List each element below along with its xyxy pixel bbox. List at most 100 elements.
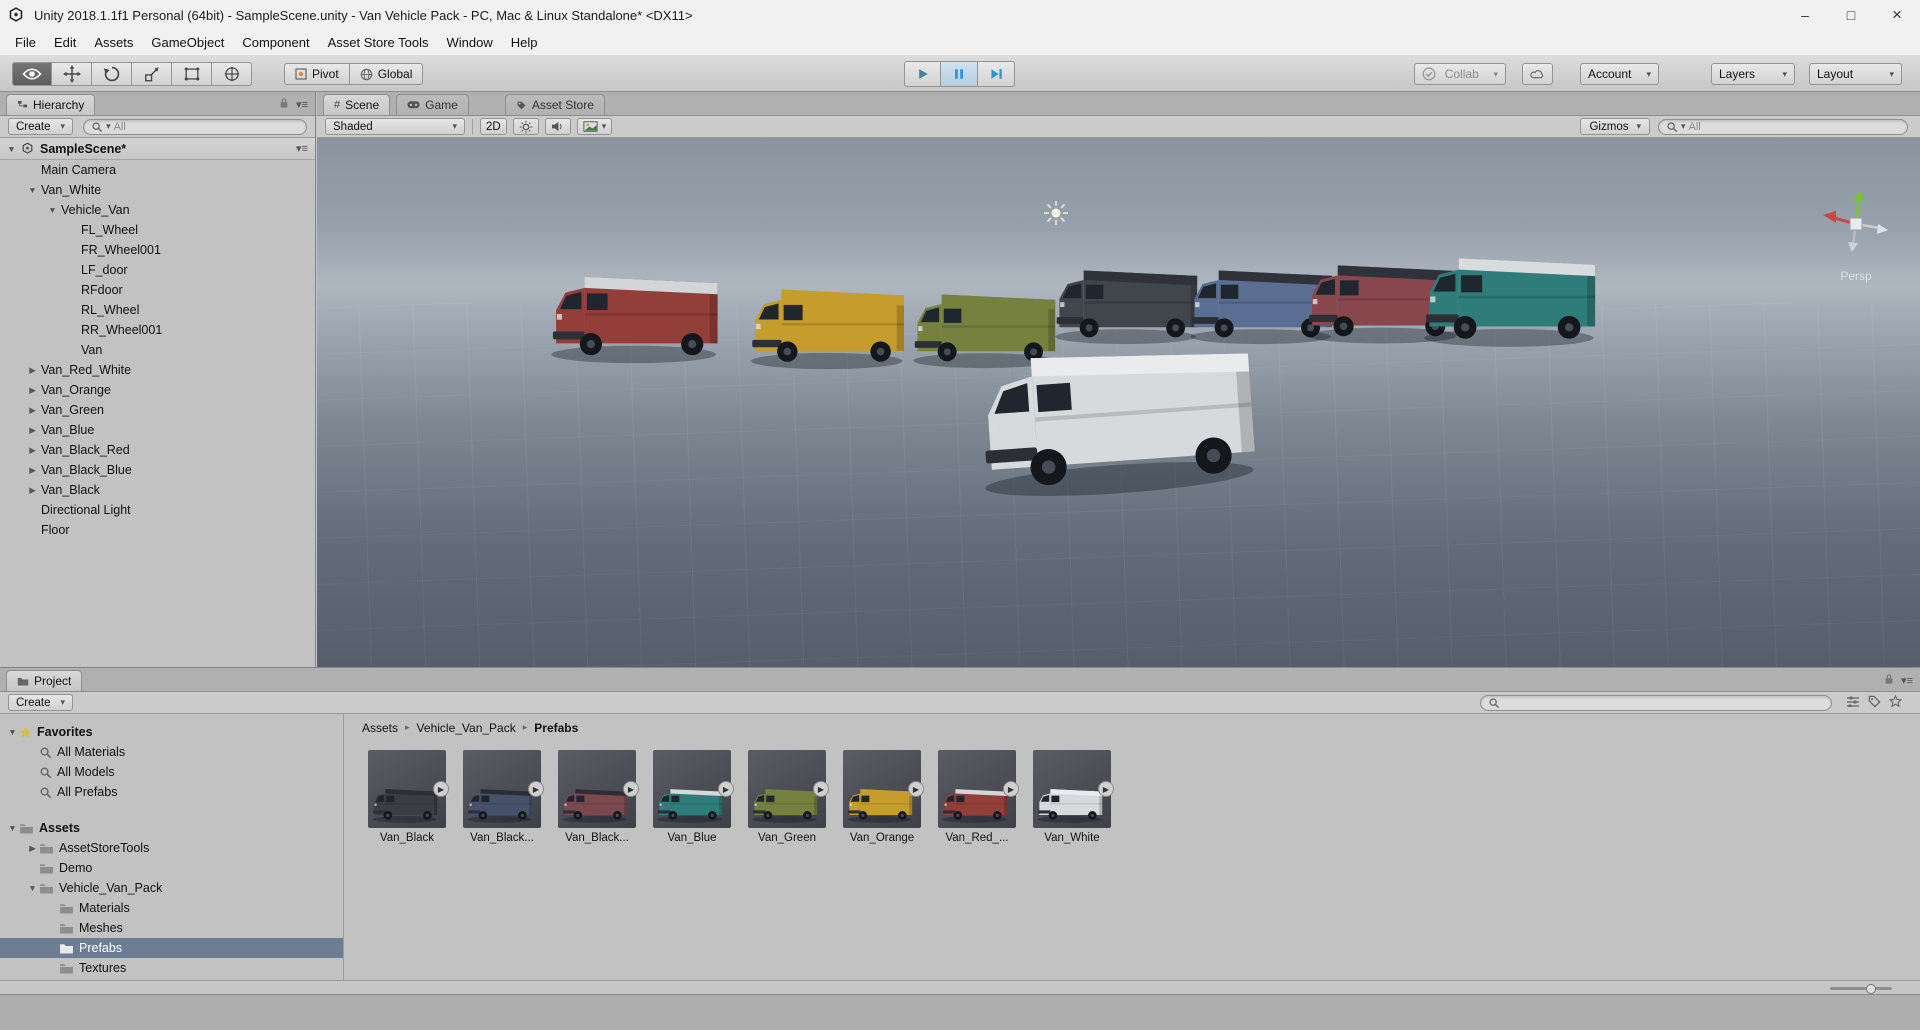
persp-label[interactable]: Persp: [1818, 269, 1894, 283]
project-item-assetstoretools[interactable]: ▶ AssetStoreTools: [0, 838, 343, 858]
foldout-collapsed-icon[interactable]: ▶: [26, 425, 39, 436]
prefab-expand-arrow-icon[interactable]: ▶: [813, 781, 829, 797]
menu-item-window[interactable]: Window: [438, 30, 502, 55]
draw-mode-dropdown[interactable]: Shaded ▾: [325, 118, 465, 135]
search-by-type-icon[interactable]: [1846, 695, 1860, 710]
prefab-thumbnail[interactable]: ▶: [843, 750, 924, 828]
prefab-thumbnail[interactable]: ▶: [653, 750, 734, 828]
layers-dropdown[interactable]: Layers ▾: [1711, 63, 1795, 85]
hierarchy-item-van-black[interactable]: ▶ Van_Black: [0, 480, 315, 500]
tab-game[interactable]: Game: [396, 94, 469, 115]
thumbnail-size-slider[interactable]: [1830, 983, 1892, 994]
foldout-expanded-icon[interactable]: ▼: [6, 823, 19, 833]
panel-menu-icon[interactable]: ▾≡: [296, 98, 308, 111]
foldout-expanded-icon[interactable]: ▼: [26, 185, 39, 195]
prefab-van-black[interactable]: ▶ Van_Black...: [558, 750, 639, 844]
pause-button[interactable]: [941, 61, 978, 87]
foldout-collapsed-icon[interactable]: ▶: [26, 485, 39, 496]
favorite-search-icon[interactable]: [1888, 694, 1903, 711]
hierarchy-item-van-red-white[interactable]: ▶ Van_Red_White: [0, 360, 315, 380]
hierarchy-item-rr-wheel001[interactable]: RR_Wheel001: [0, 320, 315, 340]
tab-project[interactable]: Project: [6, 670, 83, 691]
prefab-thumbnail[interactable]: ▶: [463, 750, 544, 828]
gizmos-dropdown[interactable]: Gizmos ▾: [1580, 118, 1650, 135]
prefab-van-orange[interactable]: ▶ Van_Orange: [843, 750, 924, 844]
prefab-thumbnail[interactable]: ▶: [368, 750, 449, 828]
scene-viewport[interactable]: Persp: [317, 138, 1920, 667]
foldout-expanded-icon[interactable]: ▼: [6, 727, 19, 737]
foldout-collapsed-icon[interactable]: ▶: [26, 385, 39, 396]
project-create-button[interactable]: Create ▾: [8, 694, 74, 711]
prefab-thumbnail[interactable]: ▶: [1033, 750, 1114, 828]
hierarchy-item-van-orange[interactable]: ▶ Van_Orange: [0, 380, 315, 400]
menu-item-edit[interactable]: Edit: [45, 30, 85, 55]
hierarchy-item-main-camera[interactable]: Main Camera: [0, 160, 315, 180]
step-button[interactable]: [978, 61, 1015, 87]
project-item-favorites[interactable]: ▼ Favorites: [0, 722, 343, 742]
directional-light-gizmo-icon[interactable]: [1043, 200, 1069, 229]
project-item-assets[interactable]: ▼ Assets: [0, 818, 343, 838]
hierarchy-item-rfdoor[interactable]: RFdoor: [0, 280, 315, 300]
foldout-collapsed-icon[interactable]: ▶: [26, 843, 39, 854]
scale-tool-button[interactable]: [132, 62, 172, 86]
hierarchy-item-lf-door[interactable]: LF_door: [0, 260, 315, 280]
foldout-collapsed-icon[interactable]: ▶: [26, 465, 39, 476]
hierarchy-item-van-black-red[interactable]: ▶ Van_Black_Red: [0, 440, 315, 460]
play-button[interactable]: [904, 61, 941, 87]
panel-menu-icon[interactable]: ▾≡: [1901, 674, 1913, 687]
prefab-thumbnail[interactable]: ▶: [558, 750, 639, 828]
hierarchy-item-vehicle-van[interactable]: ▼ Vehicle_Van: [0, 200, 315, 220]
2d-toggle-button[interactable]: 2D: [480, 118, 507, 135]
project-search-input[interactable]: [1480, 694, 1832, 711]
prefab-expand-arrow-icon[interactable]: ▶: [1003, 781, 1019, 797]
hierarchy-item-van-black-blue[interactable]: ▶ Van_Black_Blue: [0, 460, 315, 480]
hierarchy-item-directional-light[interactable]: Directional Light: [0, 500, 315, 520]
layout-dropdown[interactable]: Layout ▾: [1809, 63, 1902, 85]
scene-effects-button[interactable]: ▾: [576, 118, 613, 135]
prefab-expand-arrow-icon[interactable]: ▶: [433, 781, 449, 797]
collab-dropdown[interactable]: Collab ▾: [1414, 63, 1506, 85]
foldout-collapsed-icon[interactable]: ▶: [26, 365, 39, 376]
breadcrumb-vehicle-van-pack[interactable]: Vehicle_Van_Pack: [417, 721, 516, 735]
foldout-expanded-icon[interactable]: ▼: [26, 883, 39, 893]
prefab-expand-arrow-icon[interactable]: ▶: [528, 781, 544, 797]
hierarchy-item-van-blue[interactable]: ▶ Van_Blue: [0, 420, 315, 440]
rotate-tool-button[interactable]: [92, 62, 132, 86]
maximize-button[interactable]: □: [1828, 0, 1874, 30]
transform-tool-button[interactable]: [212, 62, 252, 86]
search-filter-caret-icon[interactable]: ▾: [1681, 121, 1686, 132]
lock-icon[interactable]: [1884, 673, 1894, 688]
tab-hierarchy[interactable]: Hierarchy: [6, 94, 96, 115]
project-item-textures[interactable]: Textures: [0, 958, 343, 978]
global-toggle-button[interactable]: Global: [349, 63, 424, 85]
scene-audio-button[interactable]: [544, 118, 571, 135]
move-tool-button[interactable]: [52, 62, 92, 86]
foldout-collapsed-icon[interactable]: ▶: [26, 445, 39, 456]
menu-item-assets[interactable]: Assets: [85, 30, 142, 55]
prefab-van-black[interactable]: ▶ Van_Black: [368, 750, 449, 844]
prefab-van-red[interactable]: ▶ Van_Red_...: [938, 750, 1019, 844]
van-orange[interactable]: [745, 275, 920, 371]
prefab-thumbnail[interactable]: ▶: [748, 750, 829, 828]
close-button[interactable]: ×: [1874, 0, 1920, 30]
project-item-all-models[interactable]: All Models: [0, 762, 343, 782]
prefab-van-blue[interactable]: ▶ Van_Blue: [653, 750, 734, 844]
rect-tool-button[interactable]: [172, 62, 212, 86]
hierarchy-item-fl-wheel[interactable]: FL_Wheel: [0, 220, 315, 240]
tab-scene[interactable]: # Scene: [323, 94, 391, 115]
menu-item-file[interactable]: File: [6, 30, 45, 55]
slider-handle[interactable]: [1865, 983, 1876, 994]
hand-tool-button[interactable]: [12, 62, 52, 86]
hierarchy-item-floor[interactable]: Floor: [0, 520, 315, 540]
van-teal[interactable]: [1418, 242, 1613, 349]
scene-search-input[interactable]: ▾ All: [1658, 118, 1908, 135]
prefab-expand-arrow-icon[interactable]: ▶: [718, 781, 734, 797]
search-by-label-icon[interactable]: [1868, 695, 1881, 711]
menu-item-gameobject[interactable]: GameObject: [142, 30, 233, 55]
minimize-button[interactable]: –: [1782, 0, 1828, 30]
hierarchy-item-van[interactable]: Van: [0, 340, 315, 360]
hierarchy-create-button[interactable]: Create ▾: [8, 118, 74, 135]
prefab-van-black[interactable]: ▶ Van_Black...: [463, 750, 544, 844]
prefab-expand-arrow-icon[interactable]: ▶: [908, 781, 924, 797]
tab-asset-store[interactable]: Asset Store: [504, 94, 605, 115]
